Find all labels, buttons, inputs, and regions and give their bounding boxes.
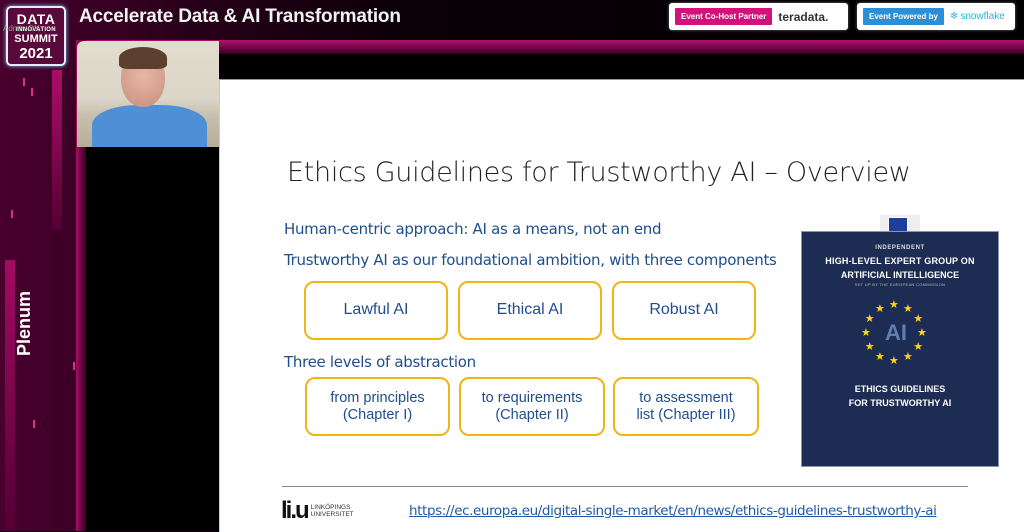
- partner-tag: Event Co-Host Partner: [675, 8, 773, 25]
- cover-text: SET UP BY THE EUROPEAN COMMISSION: [854, 282, 946, 287]
- overlay-text: Admin OK: [3, 24, 40, 33]
- cover-text: INDEPENDENT: [875, 245, 925, 251]
- level-chapter: list (Chapter III): [636, 406, 736, 423]
- level-chapter: (Chapter II): [495, 406, 569, 423]
- liu-logo: li.u LINKÖPINGS UNIVERSITET: [281, 497, 354, 525]
- stage-black-band: [219, 54, 1024, 79]
- liu-mark: li.u: [281, 497, 310, 524]
- snowflake-icon: ❄: [949, 11, 959, 22]
- presentation-slide: Ethics Guidelines for Trustworthy AI – O…: [219, 79, 1024, 532]
- eu-star-icon: ★: [917, 327, 927, 339]
- slide-bullet: Human-centric approach: AI as a means, n…: [284, 220, 662, 238]
- eu-star-icon: ★: [875, 302, 885, 315]
- eu-star-icon: ★: [864, 313, 875, 325]
- report-cover-image: INDEPENDENT HIGH-LEVEL EXPERT GROUP ON A…: [801, 231, 999, 467]
- eu-star-icon: ★: [889, 355, 899, 367]
- eu-star-icon: ★: [864, 341, 875, 353]
- component-box-robust: Robust AI: [612, 281, 756, 340]
- level-label: to assessment: [639, 389, 733, 406]
- decor-spark: [33, 420, 35, 428]
- slide-bullet: Trustworthy AI as our foundational ambit…: [284, 251, 777, 269]
- decor-spark: [23, 78, 25, 86]
- presenter-webcam[interactable]: [77, 41, 219, 147]
- powered-by-badge[interactable]: Event Powered by ❄ snowflake: [857, 3, 1015, 30]
- cover-text: HIGH-LEVEL EXPERT GROUP ON: [825, 256, 975, 266]
- event-title: Accelerate Data & AI Transformation: [79, 6, 401, 27]
- logo-line: SUMMIT: [14, 33, 58, 45]
- liu-text: LINKÖPINGS UNIVERSITET: [311, 504, 354, 518]
- eu-star-icon: ★: [861, 327, 871, 339]
- level-box-assessment: to assessment list (Chapter III): [613, 377, 759, 436]
- decor-spark: [31, 88, 33, 96]
- decor-spark: [11, 210, 13, 218]
- partner-tag: Event Powered by: [863, 8, 944, 25]
- liu-line: LINKÖPINGS: [310, 503, 351, 511]
- cover-title: FOR TRUSTWORTHY AI: [848, 398, 952, 408]
- component-box-ethical: Ethical AI: [458, 281, 602, 340]
- component-label: Robust AI: [649, 301, 719, 319]
- eu-star-icon: ★: [913, 313, 924, 325]
- eu-star-icon: ★: [903, 351, 913, 364]
- level-label: from principles: [330, 389, 425, 406]
- eu-star-icon: ★: [913, 341, 924, 353]
- teradata-logo: teradata.: [778, 9, 829, 24]
- presenter-hair: [119, 47, 167, 69]
- component-box-lawful: Lawful AI: [304, 281, 448, 340]
- snowflake-label: snowflake: [960, 11, 1005, 22]
- reference-link[interactable]: https://ec.europa.eu/digital-single-mark…: [409, 503, 937, 519]
- footer-divider: [282, 486, 968, 487]
- presenter-shirt: [92, 105, 207, 147]
- component-label: Lawful AI: [343, 301, 409, 319]
- eu-star-icon: ★: [889, 299, 899, 311]
- cohost-partner-badge[interactable]: Event Co-Host Partner teradata.: [669, 3, 848, 30]
- level-box-principles: from principles (Chapter I): [305, 377, 450, 436]
- ai-emblem: AI: [885, 320, 907, 345]
- summit-logo: DATA INNOVATION SUMMIT 2021: [6, 6, 66, 66]
- cover-text: ARTIFICIAL INTELLIGENCE: [840, 270, 960, 280]
- eu-star-icon: ★: [903, 302, 913, 315]
- slide-bullet: Three levels of abstraction: [284, 353, 476, 371]
- cover-title: ETHICS GUIDELINES: [854, 384, 946, 394]
- slide-title: Ethics Guidelines for Trustworthy AI – O…: [287, 157, 911, 188]
- level-chapter: (Chapter I): [342, 406, 413, 423]
- snowflake-logo: ❄ snowflake: [950, 11, 1005, 22]
- decor-spark: [73, 362, 75, 370]
- decor-stripe: [52, 70, 62, 230]
- level-box-requirements: to requirements (Chapter II): [459, 377, 605, 436]
- level-label: to requirements: [481, 389, 583, 406]
- component-label: Ethical AI: [496, 301, 564, 319]
- logo-line: 2021: [19, 45, 53, 62]
- room-label: Plenum: [14, 290, 34, 356]
- eu-star-icon: ★: [875, 351, 885, 364]
- liu-line: UNIVERSITET: [310, 511, 354, 518]
